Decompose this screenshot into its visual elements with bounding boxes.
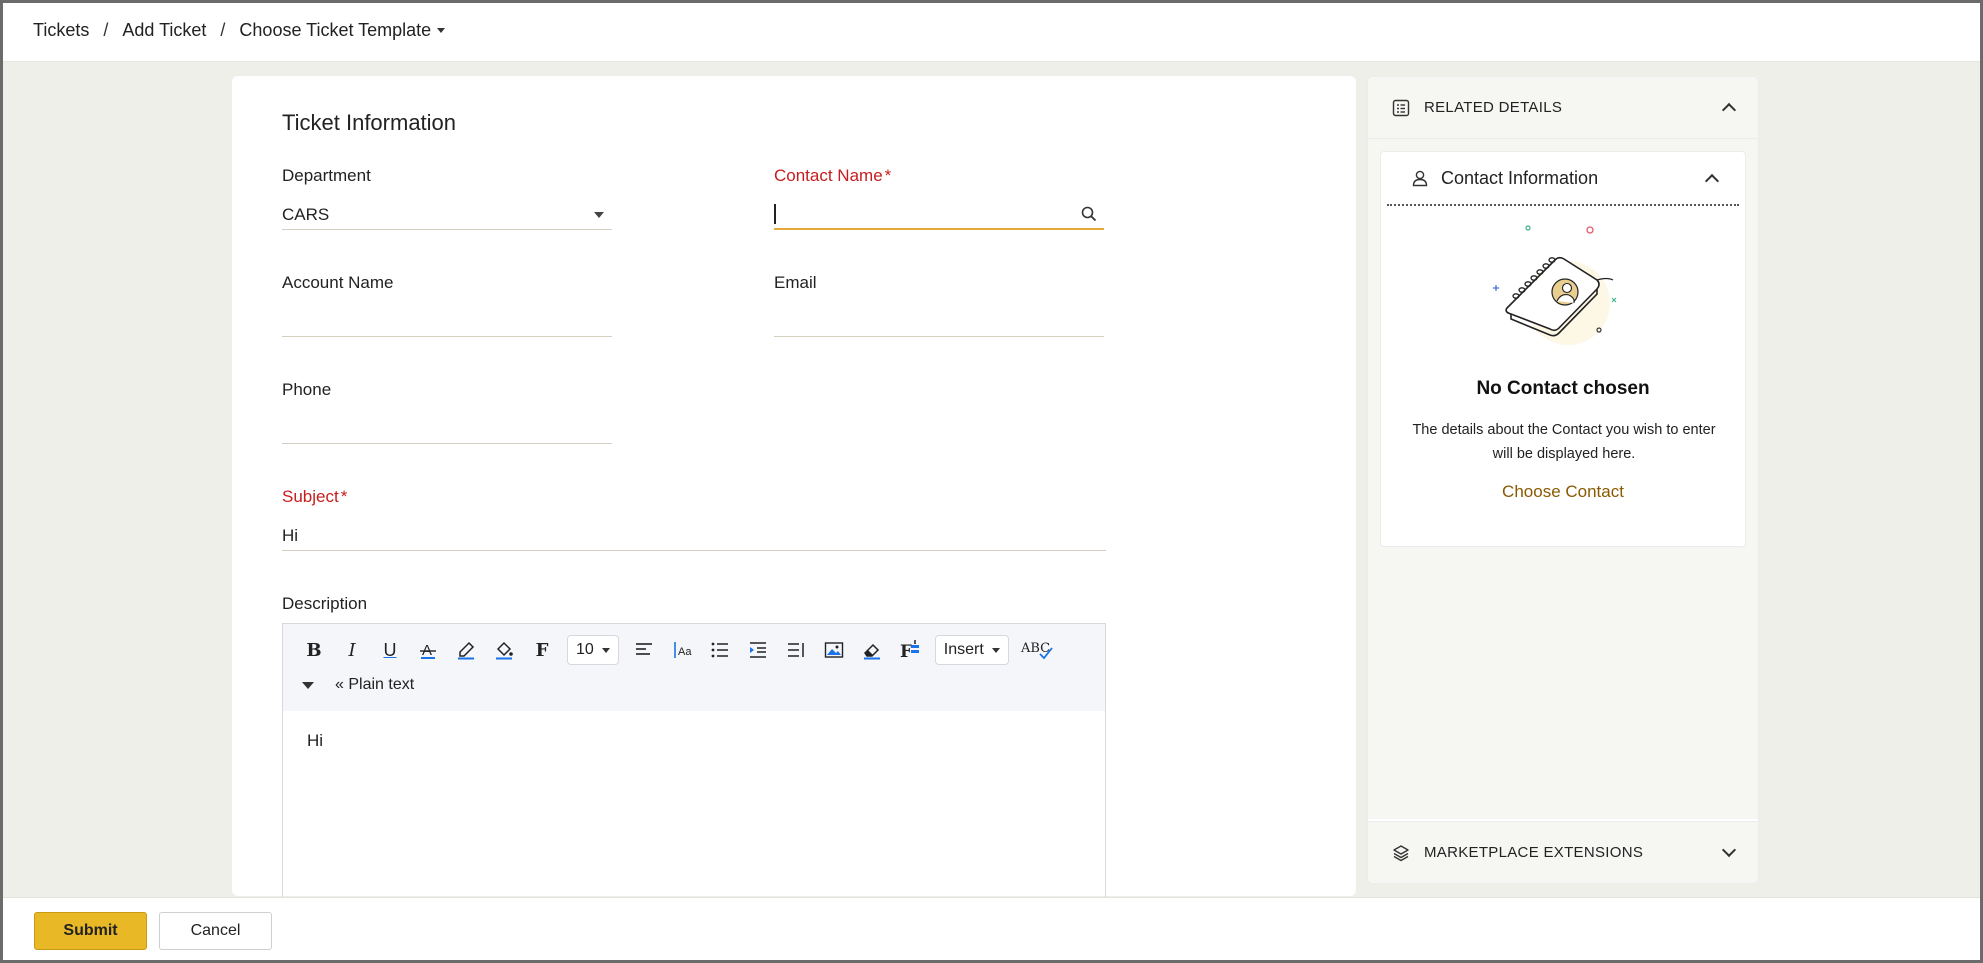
text-cursor: [774, 204, 776, 224]
subject-input[interactable]: Hi: [282, 521, 1106, 551]
underline-icon[interactable]: U: [371, 635, 409, 665]
svg-text:Aa: Aa: [678, 646, 692, 658]
cancel-button[interactable]: Cancel: [159, 911, 272, 950]
chevron-down-icon[interactable]: [1721, 842, 1737, 858]
subject-value: Hi: [282, 525, 299, 545]
breadcrumb-tickets[interactable]: Tickets: [33, 20, 89, 41]
contact-name-label: Contact Name *: [774, 166, 1104, 188]
description-editor: B I U A F 10 Aa F Insert ABC « Plain tex…: [282, 623, 1106, 923]
action-bar: Submit Cancel: [0, 897, 1983, 963]
contact-name-label-text: Contact Name: [774, 166, 883, 185]
breadcrumb-separator: /: [220, 20, 226, 40]
department-value: CARS: [282, 204, 330, 224]
editor-content[interactable]: Hi: [283, 711, 1105, 771]
user-icon: [1412, 170, 1428, 187]
form-title: Ticket Information: [282, 110, 457, 135]
chevron-down-icon: [594, 211, 604, 218]
contact-book-illustration-icon: [1493, 225, 1617, 345]
caret-down-icon: [302, 681, 314, 689]
related-details-title: RELATED DETAILS: [1424, 99, 1563, 116]
phone-field: Phone: [282, 380, 612, 444]
account-name-input[interactable]: [282, 307, 612, 337]
text-color-icon[interactable]: [447, 635, 485, 665]
submit-button[interactable]: Submit: [34, 911, 147, 950]
chevron-up-icon[interactable]: [1704, 173, 1720, 188]
insert-menu[interactable]: Insert: [934, 635, 1009, 665]
related-details-panel: RELATED DETAILS Contact Information No C…: [1367, 76, 1759, 884]
eraser-icon[interactable]: [853, 635, 891, 665]
format-painter-icon[interactable]: F: [891, 635, 929, 665]
contact-name-input[interactable]: [774, 200, 1104, 230]
search-icon[interactable]: [1080, 205, 1098, 223]
layers-icon: [1393, 844, 1409, 861]
breadcrumb: Tickets / Add Ticket / Choose Ticket Tem…: [0, 0, 1983, 62]
image-icon[interactable]: [815, 635, 853, 665]
no-contact-title: No Contact chosen: [1476, 378, 1650, 399]
marketplace-extensions-header[interactable]: MARKETPLACE EXTENSIONS: [1368, 821, 1758, 883]
account-name-label: Account Name: [282, 273, 394, 292]
caret-down-icon: [601, 647, 610, 653]
font-family-icon[interactable]: F: [523, 635, 561, 665]
svg-text:ABC: ABC: [1020, 641, 1050, 656]
description-label: Description: [282, 594, 368, 613]
subject-label-text: Subject: [282, 487, 339, 506]
ticket-template-dropdown[interactable]: Choose Ticket Template: [239, 20, 446, 41]
list-options-icon[interactable]: [777, 635, 815, 665]
contact-information-card: Contact Information No Contact chosen Th…: [1380, 151, 1746, 547]
caret-down-icon: [991, 647, 1000, 653]
email-field: Email: [774, 273, 1104, 337]
related-details-body: Contact Information No Contact chosen Th…: [1368, 139, 1758, 819]
italic-icon[interactable]: I: [333, 635, 371, 665]
font-size-value: 10: [576, 641, 594, 658]
indent-icon[interactable]: [739, 635, 777, 665]
editor-toolbar: B I U A F 10 Aa F Insert ABC « Plain tex…: [283, 624, 1105, 711]
description-field: Description: [282, 594, 612, 616]
email-label: Email: [774, 273, 817, 292]
marketplace-extensions-title: MARKETPLACE EXTENSIONS: [1424, 844, 1644, 861]
ticket-template-label: Choose Ticket Template: [239, 20, 432, 40]
bold-icon[interactable]: B: [295, 635, 333, 665]
ticket-form-card: Ticket Information Department CARS Conta…: [232, 76, 1356, 923]
more-tools-toggle-icon[interactable]: [295, 670, 321, 700]
bullet-list-icon[interactable]: [701, 635, 739, 665]
phone-input[interactable]: [282, 414, 612, 444]
breadcrumb-add-ticket[interactable]: Add Ticket: [122, 20, 206, 41]
choose-contact-link[interactable]: Choose Contact: [1381, 482, 1745, 502]
svg-text:F: F: [900, 642, 912, 661]
email-input[interactable]: [774, 307, 1104, 337]
insert-label: Insert: [943, 641, 984, 658]
department-select[interactable]: CARS: [282, 200, 612, 230]
caret-down-icon: [437, 28, 446, 33]
contact-name-field: Contact Name *: [774, 166, 1104, 230]
contact-information-title: Contact Information: [1441, 167, 1599, 188]
contact-information-header[interactable]: Contact Information: [1387, 152, 1739, 206]
phone-label: Phone: [282, 380, 332, 399]
required-star: *: [340, 487, 348, 506]
subject-label: Subject *: [282, 487, 1106, 509]
related-details-header[interactable]: RELATED DETAILS: [1368, 77, 1758, 139]
strikethrough-icon[interactable]: A: [409, 635, 447, 665]
background-color-icon[interactable]: [485, 635, 523, 665]
line-height-icon[interactable]: Aa: [663, 635, 701, 665]
subject-field: Subject * Hi: [282, 487, 1106, 551]
details-list-icon: [1392, 99, 1410, 116]
chevron-up-icon[interactable]: [1721, 102, 1737, 118]
required-star: *: [884, 166, 892, 185]
department-label: Department: [282, 166, 371, 185]
breadcrumb-separator: /: [103, 20, 109, 40]
plain-text-toggle[interactable]: « Plain text: [335, 676, 414, 694]
spellcheck-icon[interactable]: ABC: [1015, 635, 1059, 665]
font-size-select[interactable]: 10: [567, 635, 619, 665]
department-field: Department CARS: [282, 166, 612, 230]
align-left-icon[interactable]: [625, 635, 663, 665]
no-contact-description: The details about the Contact you wish t…: [1412, 422, 1716, 462]
account-name-field: Account Name: [282, 273, 612, 337]
